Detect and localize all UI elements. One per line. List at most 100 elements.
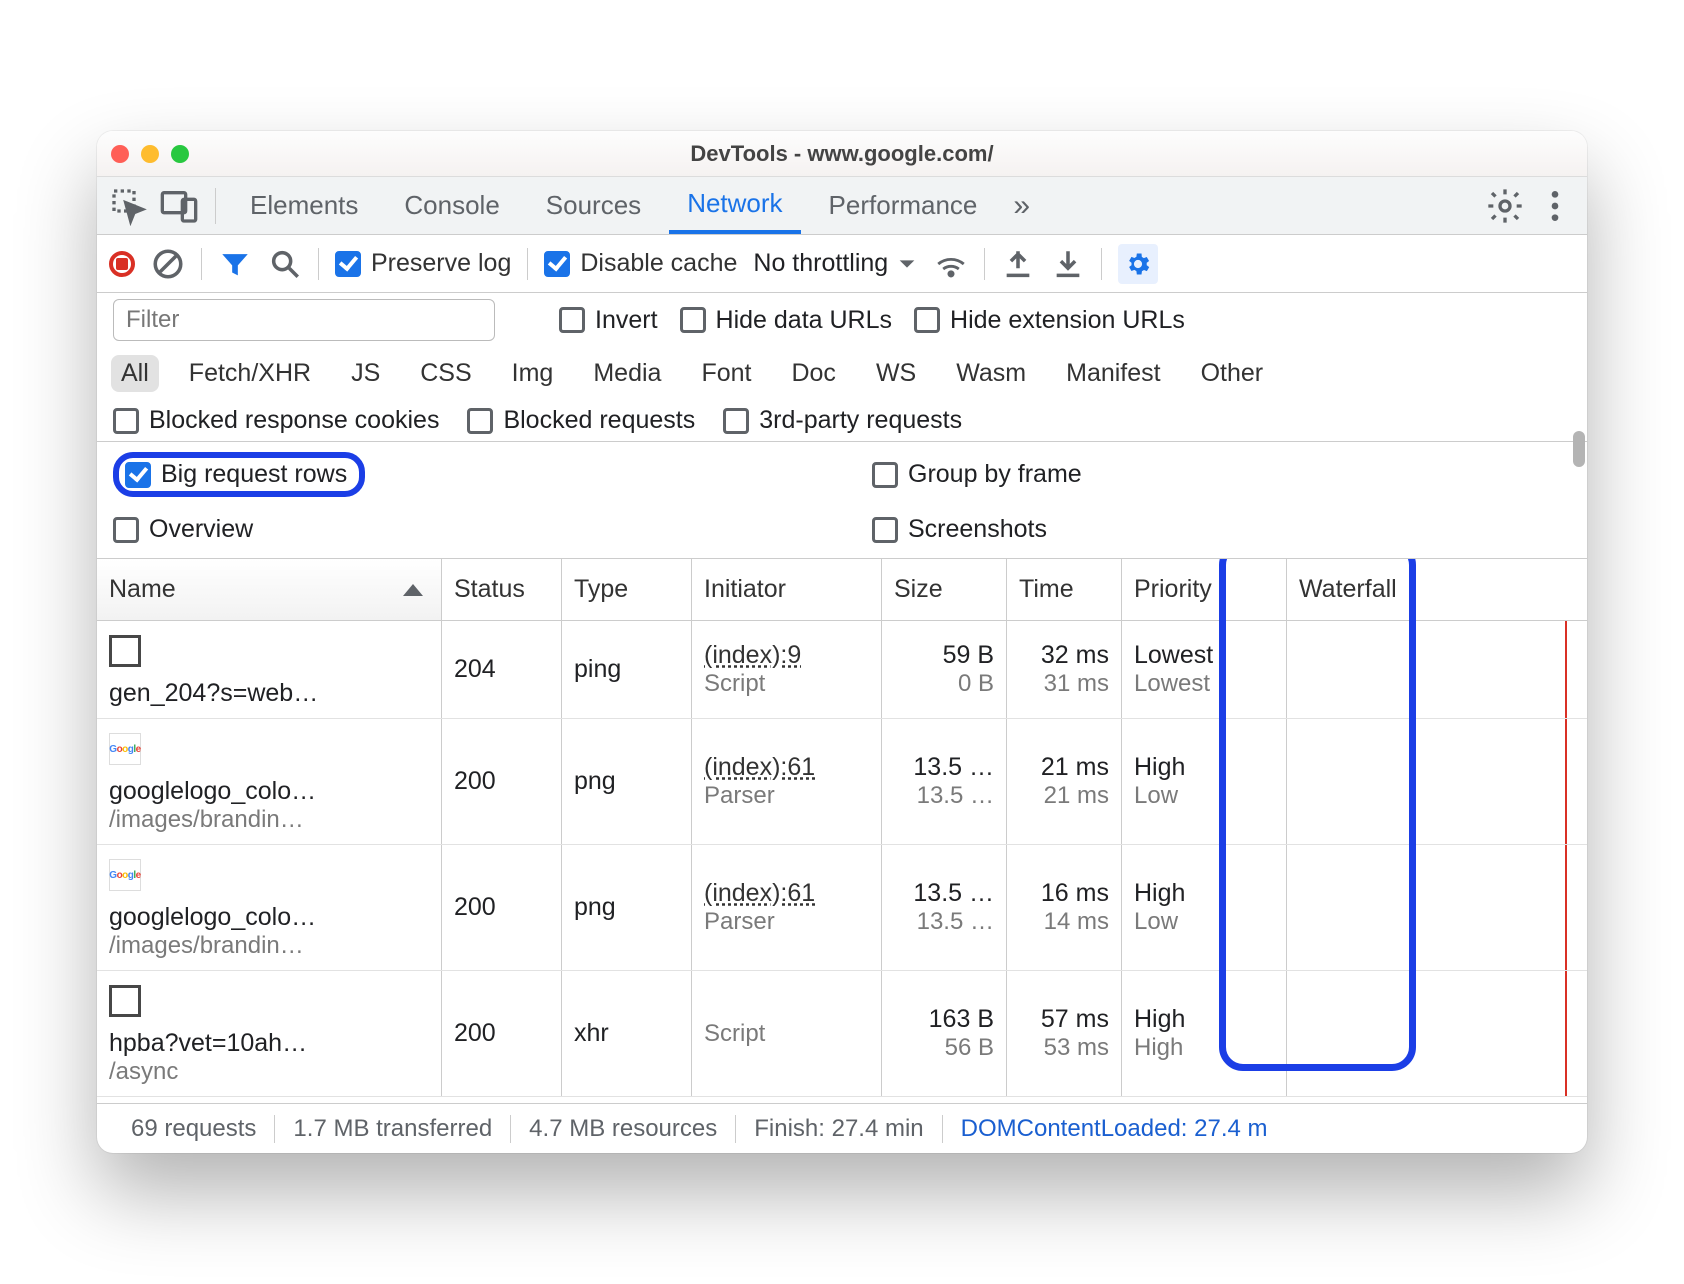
- filter-type-ws[interactable]: WS: [866, 355, 926, 392]
- big-request-rows-highlight: Big request rows: [113, 452, 365, 497]
- filter-icon[interactable]: [218, 247, 252, 281]
- table-row[interactable]: Googlegooglelogo_colo…/images/brandin…20…: [97, 845, 1587, 971]
- cell-status: 200: [442, 845, 562, 970]
- filter-type-manifest[interactable]: Manifest: [1056, 355, 1170, 392]
- th-status[interactable]: Status: [442, 559, 562, 620]
- group-by-frame-toggle[interactable]: Group by frame: [872, 452, 1571, 497]
- chevron-down-icon: [896, 253, 918, 275]
- third-party-toggle[interactable]: 3rd-party requests: [723, 406, 962, 435]
- google-logo-icon: Google: [109, 859, 141, 891]
- window-title: DevTools - www.google.com/: [97, 141, 1587, 167]
- filter-type-font[interactable]: Font: [691, 355, 761, 392]
- more-tabs-button[interactable]: »: [1005, 189, 1038, 223]
- devtools-window: DevTools - www.google.com/ Elements Cons…: [97, 131, 1587, 1153]
- cell-type: xhr: [562, 971, 692, 1096]
- hide-data-urls-toggle[interactable]: Hide data URLs: [680, 306, 892, 335]
- titlebar: DevTools - www.google.com/: [97, 131, 1587, 177]
- preserve-log-toggle[interactable]: Preserve log: [335, 249, 511, 278]
- cell-size: 13.5 …13.5 …: [882, 845, 1007, 970]
- cell-type: ping: [562, 621, 692, 718]
- cell-waterfall: [1287, 845, 1587, 970]
- filter-type-img[interactable]: Img: [502, 355, 564, 392]
- export-har-icon[interactable]: [1001, 247, 1035, 281]
- cell-type: png: [562, 845, 692, 970]
- status-finish: Finish: 27.4 min: [736, 1115, 941, 1143]
- cell-priority: LowestLowest: [1122, 621, 1287, 718]
- big-request-rows-checkbox[interactable]: [125, 462, 151, 488]
- filter-type-doc[interactable]: Doc: [781, 355, 845, 392]
- tab-network[interactable]: Network: [669, 177, 800, 234]
- cell-status: 204: [442, 621, 562, 718]
- import-har-icon[interactable]: [1051, 247, 1085, 281]
- table-body[interactable]: gen_204?s=web…204ping(index):9Script59 B…: [97, 621, 1587, 1103]
- filter-type-css[interactable]: CSS: [410, 355, 481, 392]
- cell-initiator: (index):9Script: [692, 621, 882, 718]
- th-initiator[interactable]: Initiator: [692, 559, 882, 620]
- initiator-link[interactable]: (index):61: [704, 879, 869, 908]
- main-tabs: Elements Console Sources Network Perform…: [97, 177, 1587, 235]
- network-conditions-icon[interactable]: [934, 247, 968, 281]
- settings-gear-icon[interactable]: [1485, 186, 1525, 226]
- filter-type-js[interactable]: JS: [341, 355, 390, 392]
- th-priority[interactable]: Priority: [1122, 559, 1287, 620]
- record-button[interactable]: [109, 251, 135, 277]
- filter-type-all[interactable]: All: [111, 355, 159, 392]
- resource-placeholder-icon: [109, 985, 141, 1017]
- clear-icon[interactable]: [151, 247, 185, 281]
- th-type[interactable]: Type: [562, 559, 692, 620]
- cell-initiator: (index):61Parser: [692, 719, 882, 844]
- disable-cache-toggle[interactable]: Disable cache: [544, 249, 737, 278]
- filter-type-media[interactable]: Media: [583, 355, 671, 392]
- search-icon[interactable]: [268, 247, 302, 281]
- th-waterfall[interactable]: Waterfall: [1287, 559, 1587, 620]
- filter-section: Filter Invert Hide data URLs Hide extens…: [97, 293, 1587, 558]
- screenshots-toggle[interactable]: Screenshots: [872, 515, 1571, 544]
- inspect-icon[interactable]: [109, 186, 149, 226]
- device-toggle-icon[interactable]: [159, 186, 199, 226]
- cell-priority: HighLow: [1122, 845, 1287, 970]
- tab-console[interactable]: Console: [386, 177, 517, 234]
- cell-name: gen_204?s=web…: [97, 621, 442, 718]
- initiator-link[interactable]: (index):61: [704, 753, 869, 782]
- filter-type-other[interactable]: Other: [1191, 355, 1274, 392]
- blocked-cookies-toggle[interactable]: Blocked response cookies: [113, 406, 439, 435]
- resource-placeholder-icon: [109, 635, 141, 667]
- th-time[interactable]: Time: [1007, 559, 1122, 620]
- table-row[interactable]: hpba?vet=10ah…/async200xhrScript163 B56 …: [97, 971, 1587, 1097]
- cell-time: 21 ms21 ms: [1007, 719, 1122, 844]
- type-filter-row: All Fetch/XHR JS CSS Img Media Font Doc …: [97, 347, 1587, 400]
- tab-performance[interactable]: Performance: [811, 177, 996, 234]
- preserve-log-checkbox[interactable]: [335, 251, 361, 277]
- request-table: Name Status Type Initiator Size Time Pri…: [97, 558, 1587, 1103]
- filter-input[interactable]: Filter: [113, 299, 495, 341]
- network-toolbar: Preserve log Disable cache No throttling: [97, 235, 1587, 293]
- filter-type-wasm[interactable]: Wasm: [946, 355, 1036, 392]
- cell-waterfall: [1287, 719, 1587, 844]
- network-settings-toggle[interactable]: [1118, 244, 1158, 284]
- th-name[interactable]: Name: [97, 559, 442, 620]
- google-logo-icon: Google: [109, 733, 141, 765]
- overview-toggle[interactable]: Overview: [113, 515, 812, 544]
- disable-cache-checkbox[interactable]: [544, 251, 570, 277]
- invert-toggle[interactable]: Invert: [559, 306, 658, 335]
- status-transferred: 1.7 MB transferred: [275, 1115, 510, 1143]
- scrollbar-thumb[interactable]: [1573, 431, 1585, 467]
- filter-type-fetchxhr[interactable]: Fetch/XHR: [179, 355, 321, 392]
- cell-status: 200: [442, 719, 562, 844]
- th-size[interactable]: Size: [882, 559, 1007, 620]
- table-header: Name Status Type Initiator Size Time Pri…: [97, 559, 1587, 621]
- table-row[interactable]: gen_204?s=web…204ping(index):9Script59 B…: [97, 621, 1587, 719]
- throttling-select[interactable]: No throttling: [753, 249, 918, 278]
- hide-extension-urls-toggle[interactable]: Hide extension URLs: [914, 306, 1185, 335]
- blocked-requests-toggle[interactable]: Blocked requests: [467, 406, 695, 435]
- cell-time: 32 ms31 ms: [1007, 621, 1122, 718]
- initiator-link[interactable]: (index):9: [704, 641, 869, 670]
- cell-waterfall: [1287, 971, 1587, 1096]
- cell-size: 13.5 …13.5 …: [882, 719, 1007, 844]
- tab-elements[interactable]: Elements: [232, 177, 376, 234]
- cell-status: 200: [442, 971, 562, 1096]
- table-row[interactable]: Googlegooglelogo_colo…/images/brandin…20…: [97, 719, 1587, 845]
- kebab-menu-icon[interactable]: [1535, 186, 1575, 226]
- status-bar: 69 requests 1.7 MB transferred 4.7 MB re…: [97, 1103, 1587, 1153]
- tab-sources[interactable]: Sources: [528, 177, 659, 234]
